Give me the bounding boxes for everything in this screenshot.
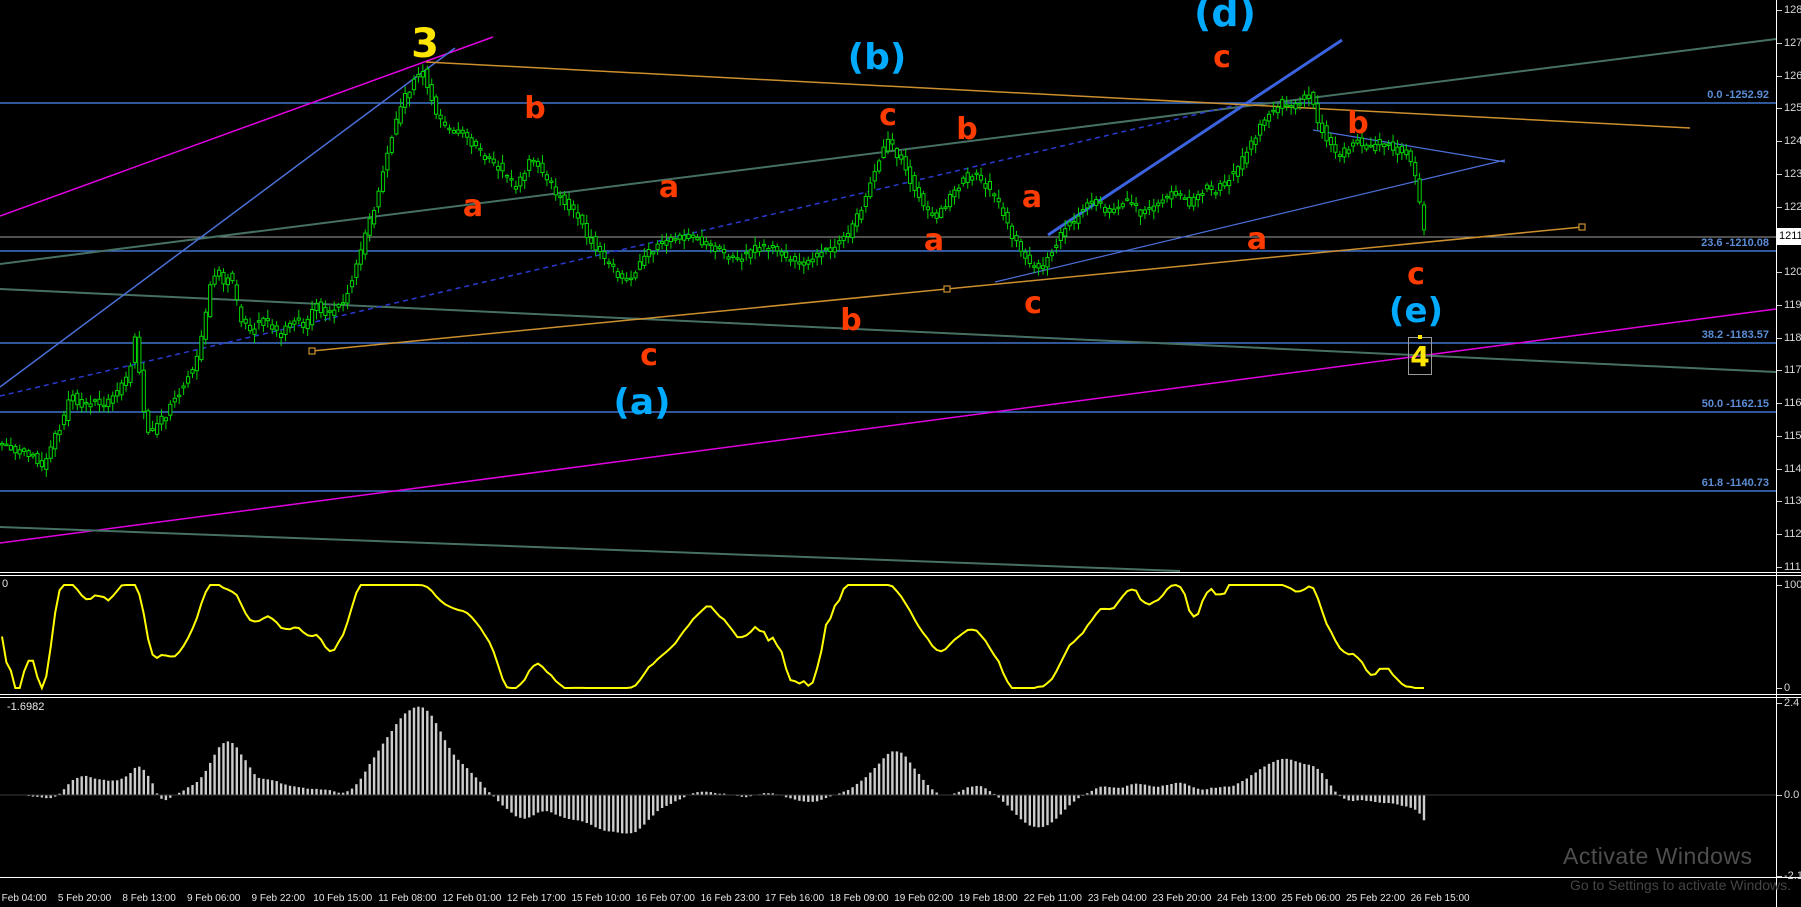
blue-steep-left-trendline[interactable] <box>0 47 456 388</box>
orange-upper-trendline[interactable] <box>425 61 1691 129</box>
orange-lower-handle[interactable] <box>943 285 951 293</box>
histogram-series <box>27 706 1426 834</box>
magenta-impulse-trendline[interactable] <box>0 36 494 217</box>
wave-4-box-handle[interactable] <box>1418 335 1422 339</box>
orange-lower-handle[interactable] <box>1578 223 1586 231</box>
blue-dashed-channel-trendline[interactable] <box>0 102 1246 397</box>
orange-lower-handle[interactable] <box>308 347 316 355</box>
activate-windows-watermark: Activate Windows <box>1563 843 1753 869</box>
trading-chart-window: 1280127012601250124012301220121012001190… <box>0 0 1801 907</box>
activate-windows-watermark-subtext: Go to Settings to activate Windows. <box>1570 877 1791 893</box>
histogram-value-label: -1.6982 <box>7 701 45 713</box>
magenta-support-trendline[interactable] <box>0 308 1777 544</box>
wave-4-label: 4 <box>1410 339 1430 373</box>
current-price-box: 1211.0 <box>1777 228 1801 245</box>
oscillator-line <box>1 583 1424 691</box>
teal-lower-trendline[interactable] <box>0 526 1181 572</box>
oscillator-value-label: 0 <box>2 578 9 590</box>
teal-mid-falling-trendline[interactable] <box>0 288 1777 373</box>
wave-4-label-box[interactable]: 4 <box>1408 337 1432 375</box>
chart-canvas[interactable] <box>0 0 1801 907</box>
